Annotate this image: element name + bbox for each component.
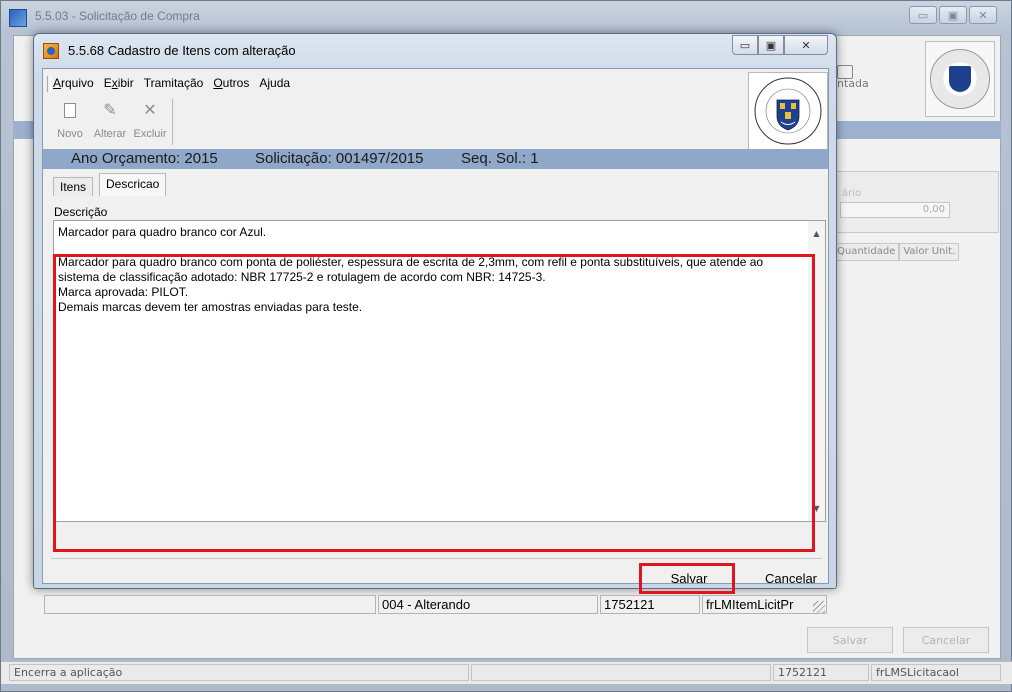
column-header-quantidade[interactable]: Quantidade: [833, 243, 900, 261]
status-code: 1752121: [773, 664, 869, 681]
background-cancel-button[interactable]: Cancelar: [903, 627, 989, 653]
group-label: ário: [842, 188, 862, 199]
tab-descricao[interactable]: Descricao: [99, 173, 167, 196]
status-message: Encerra a aplicação: [9, 664, 469, 681]
background-window-title: 5.5.03 - Solicitação de Compra: [35, 9, 200, 23]
minimize-icon[interactable]: ▭: [909, 6, 937, 24]
background-window-controls: ▭ ▣ ✕: [909, 6, 997, 24]
maximize-icon[interactable]: ▣: [758, 35, 784, 55]
menu-bar: Arquivo Exibir Tramitação Outros Ajuda: [47, 76, 290, 92]
status-mode: 004 - Alterando: [378, 595, 598, 614]
status-form: frLMItemLicitPr: [702, 595, 827, 614]
background-value-group: ário 0,00: [833, 171, 999, 233]
background-status-bar: Encerra a aplicação 1752121 frLMSLicitac…: [1, 661, 1012, 684]
close-icon[interactable]: ✕: [784, 35, 828, 55]
background-save-button[interactable]: Salvar: [807, 627, 893, 653]
ufsm-logo: [748, 72, 828, 150]
alterar-label: Alterar: [93, 128, 127, 140]
seal-icon: [930, 49, 990, 109]
novo-button[interactable]: Novo: [51, 99, 89, 143]
dialog-window-controls: ▭ ▣ ✕: [732, 35, 828, 55]
alterar-button[interactable]: ✎ Alterar: [91, 99, 129, 143]
separator: [51, 558, 822, 559]
column-header-valor-unit[interactable]: Valor Unit.: [899, 243, 960, 261]
new-document-icon: [64, 103, 76, 122]
tab-itens[interactable]: Itens: [53, 177, 94, 196]
menu-arquivo[interactable]: Arquivo: [53, 76, 94, 90]
excluir-label: Excluir: [133, 128, 167, 140]
university-seal-icon: [754, 77, 822, 145]
sequencia: Seq. Sol.: 1: [461, 150, 539, 167]
toolbar: Novo ✎ Alterar ✕ Excluir: [51, 99, 173, 145]
edit-icon: ✎: [103, 102, 117, 119]
background-grid-header: Quantidade Valor Unit.: [833, 243, 995, 261]
value-field[interactable]: 0,00: [840, 202, 950, 218]
toolbar-icon: [837, 65, 853, 79]
description-label: Descrição: [54, 205, 108, 219]
save-button[interactable]: Salvar: [647, 565, 731, 591]
menu-ajuda[interactable]: Ajuda: [259, 76, 290, 90]
ano-orcamento: Ano Orçamento: 2015: [71, 150, 218, 167]
status-code: 1752121: [600, 595, 700, 614]
app-icon: [9, 9, 27, 27]
dialog-window: 5.5.68 Cadastro de Itens com alteração ▭…: [33, 33, 837, 614]
dialog-app-icon: [43, 43, 59, 59]
ufsm-logo: [925, 41, 995, 117]
resize-grip-icon[interactable]: [813, 601, 825, 613]
menu-exibir[interactable]: Exibir: [104, 76, 134, 90]
dialog-status-bar: 004 - Alterando 1752121 frLMItemLicitPr: [44, 595, 827, 615]
background-toolbar-button[interactable]: ntada: [837, 65, 869, 90]
scroll-down-icon[interactable]: ▼: [808, 500, 825, 517]
menu-grip: [47, 76, 51, 92]
dialog-title: 5.5.68 Cadastro de Itens com alteração: [68, 43, 296, 58]
dialog-client-area: Arquivo Exibir Tramitação Outros Ajuda N…: [42, 68, 829, 614]
info-bar: Ano Orçamento: 2015 Solicitação: 001497/…: [43, 149, 828, 169]
close-icon[interactable]: ✕: [969, 6, 997, 24]
status-form: frLMSLicitacaol: [871, 664, 1001, 681]
status-empty: [44, 595, 376, 614]
novo-label: Novo: [57, 128, 83, 140]
cancel-button[interactable]: Cancelar: [755, 565, 827, 591]
description-field[interactable]: Marcador para quadro branco cor Azul. Ma…: [53, 220, 826, 522]
menu-tramitacao[interactable]: Tramitação: [144, 76, 204, 90]
status-empty: [471, 664, 771, 681]
delete-x-icon: ✕: [143, 102, 157, 119]
description-text[interactable]: Marcador para quadro branco cor Azul. Ma…: [54, 221, 808, 521]
solicitacao: Solicitação: 001497/2015: [255, 150, 424, 167]
minimize-icon[interactable]: ▭: [732, 35, 758, 55]
vertical-scrollbar[interactable]: ▲ ▼: [808, 221, 825, 521]
excluir-button[interactable]: ✕ Excluir: [131, 99, 169, 143]
scroll-up-icon[interactable]: ▲: [808, 225, 825, 242]
menu-outros[interactable]: Outros: [213, 76, 249, 90]
maximize-icon[interactable]: ▣: [939, 6, 967, 24]
